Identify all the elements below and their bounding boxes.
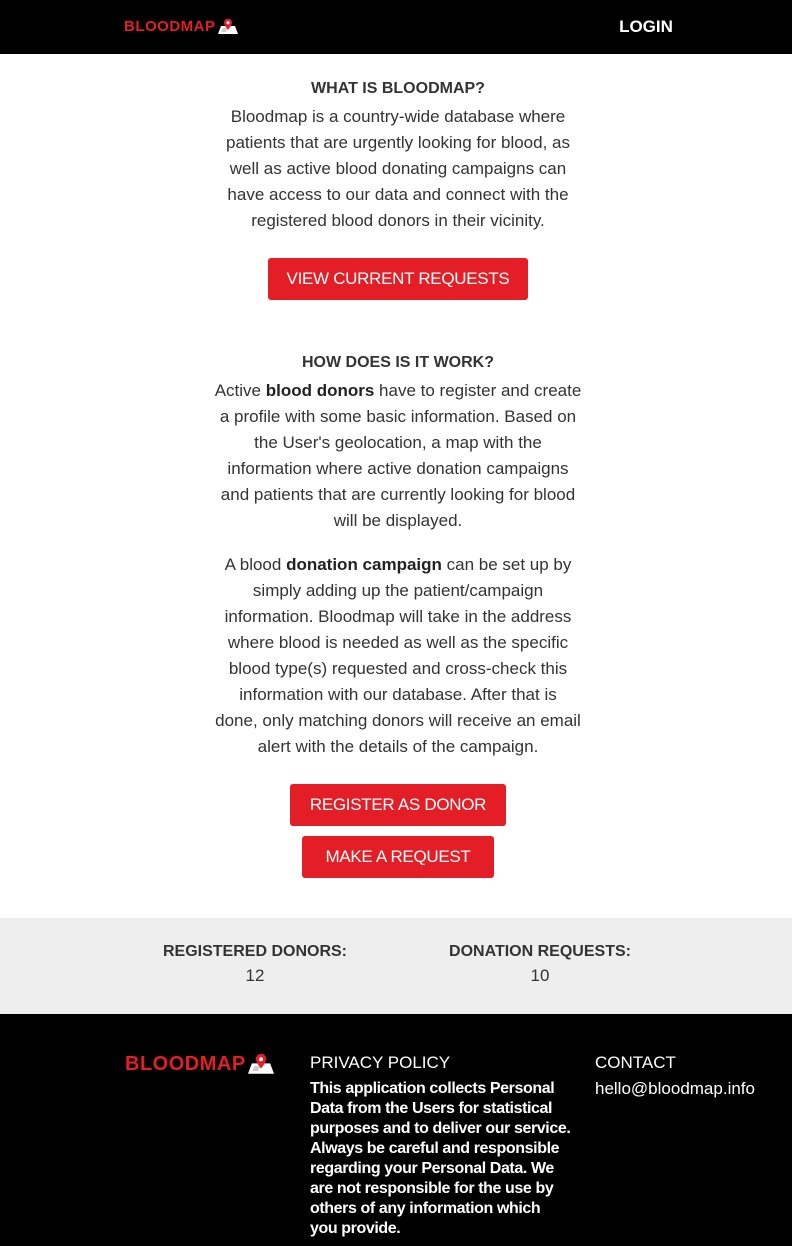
- campaign-line: blood type(s) requested and cross-check …: [228, 659, 568, 678]
- donation-requests-label: DONATION REQUESTS:: [449, 943, 631, 960]
- top-navbar: BLOODMAP LOGIN: [0, 0, 792, 54]
- donation-campaign-emphasis: donation campaign: [286, 555, 442, 574]
- about-description: Bloodmap is a country-wide database wher…: [212, 104, 584, 234]
- about-line: registered blood donors in their vicinit…: [251, 211, 545, 230]
- donors-intro-rest: have to register and create: [374, 381, 582, 400]
- map-pin-logo-icon: [247, 1054, 274, 1074]
- campaign-line: alert with the details of the campaign.: [257, 737, 539, 756]
- donors-line: the User's geolocation, a map with the: [254, 433, 542, 452]
- privacy-line: are not responsible for the use by: [310, 1180, 554, 1197]
- campaign-line: simply adding up the patient/campaign: [252, 581, 544, 600]
- campaign-intro-rest: can be set up by: [441, 555, 572, 574]
- campaign-line: where blood is needed as well as the spe…: [227, 633, 569, 652]
- donors-line: a profile with some basic information. B…: [219, 407, 577, 426]
- donation-requests-stat: DONATION REQUESTS: 10: [410, 940, 670, 988]
- campaign-line: information. Bloodmap will take in the a…: [224, 607, 572, 626]
- stats-bar: REGISTERED DONORS: 12 DONATION REQUESTS:…: [0, 918, 792, 1014]
- privacy-line: others of any information which: [310, 1200, 541, 1217]
- donors-line: and patients that are currently looking …: [220, 485, 576, 504]
- privacy-line: regarding your Personal Data. We: [310, 1160, 554, 1177]
- view-current-requests-button[interactable]: VIEW CURRENT REQUESTS: [268, 258, 528, 300]
- privacy-line: you provide.: [310, 1220, 401, 1237]
- contact-email-link[interactable]: hello@bloodmap.info: [595, 1076, 755, 1102]
- footer-logo-text: BLOODMAP: [125, 1053, 246, 1075]
- privacy-line: This application collects Personal: [310, 1080, 555, 1097]
- login-link[interactable]: LOGIN: [610, 16, 682, 38]
- campaign-line: done, only matching donors will receive …: [215, 711, 581, 730]
- make-a-request-button[interactable]: MAKE A REQUEST: [302, 836, 494, 878]
- donors-paragraph: Active blood donors have to register and…: [212, 378, 584, 534]
- about-line: well as active blood donating campaigns …: [229, 159, 567, 178]
- about-line: Bloodmap is a country-wide database wher…: [230, 107, 566, 126]
- map-pin-logo-icon: [217, 19, 238, 34]
- donors-line: information where active donation campai…: [227, 459, 569, 478]
- footer-logo[interactable]: BLOODMAP: [125, 1054, 274, 1074]
- registered-donors-stat: REGISTERED DONORS: 12: [125, 940, 385, 988]
- privacy-line: Always be careful and responsible: [310, 1140, 560, 1157]
- contact-title: CONTACT: [595, 1053, 676, 1072]
- donors-line: will be displayed.: [333, 511, 463, 530]
- registered-donors-label: REGISTERED DONORS:: [162, 943, 347, 960]
- privacy-line: Data from the Users for statistical: [310, 1100, 553, 1117]
- how-it-works-section: HOW DOES IS IT WORK? Active blood donors…: [212, 352, 584, 760]
- privacy-policy-text: This application collects Personal Data …: [310, 1079, 595, 1239]
- about-title: WHAT IS BLOODMAP?: [311, 80, 485, 97]
- campaign-paragraph: A blood donation campaign can be set up …: [212, 552, 584, 760]
- register-as-donor-button[interactable]: REGISTER AS DONOR: [290, 784, 506, 826]
- registered-donors-count: 12: [245, 966, 265, 985]
- footer: BLOODMAP PRIVACY POLICY This application…: [0, 1014, 792, 1246]
- about-section: WHAT IS BLOODMAP? Bloodmap is a country-…: [212, 78, 584, 234]
- campaign-intro: A blood: [224, 555, 287, 574]
- donors-intro: Active: [214, 381, 266, 400]
- blood-donors-emphasis: blood donors: [265, 381, 375, 400]
- campaign-line: information with our database. After tha…: [239, 685, 557, 704]
- logo-text: BLOODMAP: [124, 18, 216, 35]
- privacy-policy-title: PRIVACY POLICY: [310, 1053, 451, 1072]
- about-line: patients that are urgently looking for b…: [226, 133, 570, 152]
- about-line: have access to our data and connect with…: [227, 185, 569, 204]
- donation-requests-count: 10: [530, 966, 550, 985]
- bloodmap-logo[interactable]: BLOODMAP: [124, 19, 238, 34]
- privacy-line: purposes and to deliver our service.: [310, 1120, 571, 1137]
- how-it-works-title: HOW DOES IS IT WORK?: [302, 354, 494, 371]
